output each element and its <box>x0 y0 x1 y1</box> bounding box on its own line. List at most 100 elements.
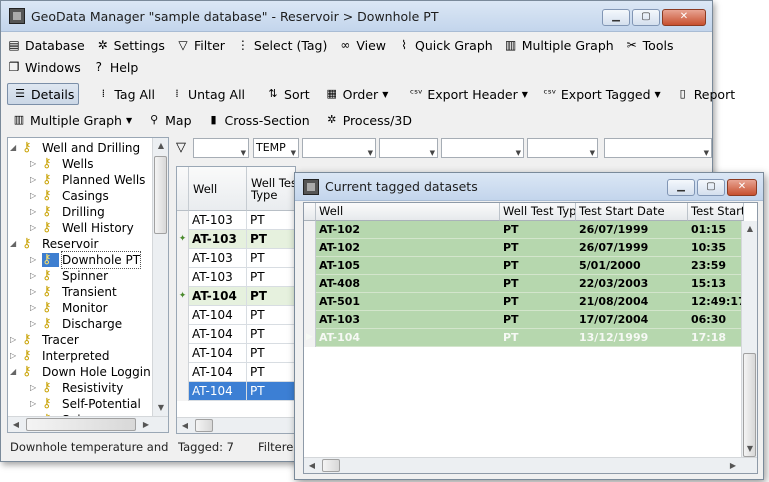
menu-filter[interactable]: ▽ Filter <box>176 34 225 56</box>
chevron-down-icon[interactable]: ▼ <box>704 144 709 162</box>
row-header[interactable] <box>177 382 189 401</box>
dropdown-arrow-icon[interactable]: ▼ <box>382 90 388 99</box>
expand-icon[interactable]: ▷ <box>30 268 39 284</box>
tree-node[interactable]: ▷ ⚷ Self-Potential <box>30 396 141 412</box>
dialog-close-button[interactable]: ✕ <box>727 179 757 196</box>
tree-hscroll-thumb[interactable] <box>26 418 136 431</box>
dialog-maximize-button[interactable]: ▢ <box>697 179 725 196</box>
table-row[interactable]: AT-105 PT 5/01/2000 23:59 <box>304 257 744 275</box>
maximize-button[interactable]: ▢ <box>632 9 660 26</box>
scroll-left-icon[interactable]: ◀ <box>177 418 193 433</box>
expand-icon[interactable]: ▷ <box>30 172 39 188</box>
menu-help[interactable]: ? Help <box>92 56 139 78</box>
scroll-down-icon[interactable]: ▼ <box>742 441 757 457</box>
filter-dropdown-4[interactable]: ▼ <box>379 138 438 158</box>
filter-dropdown-1[interactable]: ▼ <box>193 138 249 158</box>
table-row[interactable]: AT-103 PT 17/07/2004 06:30 <box>304 311 744 329</box>
table-row[interactable]: AT-102 PT 26/07/1999 01:15 <box>304 221 744 239</box>
tree-node[interactable]: ▷ ⚷ Well History <box>30 220 134 236</box>
table-row[interactable]: AT-103 PT <box>177 211 295 230</box>
menu-settings[interactable]: ✲ Settings <box>96 34 165 56</box>
scroll-right-icon[interactable]: ▶ <box>725 458 741 473</box>
order-button[interactable]: ▦ Order ▼ <box>320 83 393 105</box>
table-row[interactable]: AT-408 PT 22/03/2003 15:13 <box>304 275 744 293</box>
dialog-minimize-button[interactable]: ▁ <box>667 179 695 196</box>
dropdown-arrow-icon[interactable]: ▼ <box>522 90 528 99</box>
grid-header-well[interactable]: Well <box>189 167 247 211</box>
main-title-bar[interactable]: GeoData Manager "sample database" - Rese… <box>1 1 712 32</box>
table-row[interactable]: AT-104 PT <box>177 306 295 325</box>
menu-database[interactable]: ▤ Database <box>7 34 84 56</box>
table-header-test-start-time[interactable]: Test Start <box>688 203 744 221</box>
scroll-left-icon[interactable]: ◀ <box>304 458 320 473</box>
dropdown-arrow-icon[interactable]: ▼ <box>126 116 132 125</box>
table-row[interactable]: AT-102 PT 26/07/1999 10:35 <box>304 239 744 257</box>
row-header[interactable] <box>177 344 189 363</box>
table-row[interactable]: AT-104 PT <box>177 382 295 401</box>
table-row[interactable]: AT-103 PT <box>177 268 295 287</box>
tree-node[interactable]: ▷ ⚷ Discharge <box>30 316 122 332</box>
table-horizontal-scrollbar[interactable]: ◀ ▶ <box>304 457 757 473</box>
table-hscroll-thumb[interactable] <box>322 459 340 472</box>
expand-icon[interactable]: ▷ <box>10 348 19 364</box>
export-header-button[interactable]: ᶜˢᵛ Export Header ▼ <box>404 83 532 105</box>
tree-node[interactable]: ◢ ⚷ Down Hole Loggin <box>10 364 151 380</box>
table-vertical-scrollbar[interactable]: ▲ ▼ <box>741 221 757 457</box>
tree-node[interactable]: ▷ ⚷ Downhole PT <box>30 251 142 269</box>
row-selector[interactable] <box>304 257 316 275</box>
expand-icon[interactable]: ▷ <box>30 156 39 172</box>
table-row[interactable]: AT-501 PT 21/08/2004 12:49:17 <box>304 293 744 311</box>
filter-dropdown-6[interactable]: ▼ <box>527 138 598 158</box>
scroll-down-icon[interactable]: ▼ <box>153 400 168 416</box>
expand-icon[interactable]: ▷ <box>30 316 39 332</box>
tree-node[interactable]: ▷⚷ Spinner <box>30 268 108 284</box>
row-header[interactable]: ✦ <box>177 230 189 249</box>
expand-icon[interactable]: ▷ <box>30 300 39 316</box>
grid-horizontal-scrollbar[interactable]: ◀ <box>177 417 295 433</box>
menu-multiple-graph[interactable]: ▥ Multiple Graph <box>504 34 614 56</box>
table-row[interactable]: ✦ AT-104 PT <box>177 287 295 306</box>
filter-dropdown-5[interactable]: ▼ <box>441 138 524 158</box>
sort-button[interactable]: ⇅ Sort <box>261 83 314 105</box>
dropdown-arrow-icon[interactable]: ▼ <box>655 90 661 99</box>
tree-node[interactable]: ▷ ⚷ Tracer <box>10 332 79 348</box>
scroll-up-icon[interactable]: ▲ <box>153 138 168 154</box>
collapse-icon[interactable]: ◢ <box>10 140 19 156</box>
tree-node[interactable]: ◢ ⚷ Well and Drilling <box>10 140 140 156</box>
tree-node[interactable]: ▷ ⚷ Casings <box>30 188 109 204</box>
row-selector[interactable] <box>304 293 316 311</box>
row-header[interactable] <box>177 306 189 325</box>
menu-view[interactable]: ∞ View <box>338 34 386 56</box>
expand-icon[interactable]: ▷ <box>30 380 39 396</box>
multiple-graph-button[interactable]: ▥ Multiple Graph ▼ <box>7 109 136 131</box>
category-tree[interactable]: ◢ ⚷ Well and Drilling ▷ ⚷ Wells ▷ ⚷ Planned Well… <box>7 137 169 433</box>
row-header[interactable] <box>177 249 189 268</box>
current-row-icon[interactable]: ▶ <box>304 329 316 347</box>
row-header[interactable] <box>177 268 189 287</box>
table-header-well[interactable]: Well <box>316 203 500 221</box>
scroll-right-icon[interactable]: ▶ <box>138 417 154 432</box>
collapse-icon[interactable]: ◢ <box>10 236 19 252</box>
untag-all-button[interactable]: ⁞ Untag All <box>165 83 249 105</box>
expand-icon[interactable]: ▷ <box>10 332 19 348</box>
grid-header-well-test-type[interactable]: Well Test Type <box>247 167 295 211</box>
filter-dropdown-3[interactable]: ▼ <box>302 138 376 158</box>
row-header[interactable] <box>177 211 189 230</box>
menu-windows[interactable]: ❐ Windows <box>7 56 81 78</box>
cross-section-button[interactable]: ▮ Cross-Section <box>202 109 314 131</box>
export-tagged-button[interactable]: ᶜˢᵛ Export Tagged ▼ <box>538 83 665 105</box>
dataset-grid[interactable]: Well Well Test Type AT-103PT✦AT-103PTAT-… <box>176 166 296 434</box>
tree-node[interactable]: ▷ ⚷ Drilling <box>30 204 105 220</box>
chevron-down-icon[interactable]: ▼ <box>430 144 435 162</box>
expand-icon[interactable]: ▷ <box>30 220 39 236</box>
chevron-down-icon[interactable]: ▼ <box>516 144 521 162</box>
chevron-down-icon[interactable]: ▼ <box>291 144 296 162</box>
tree-scroll-thumb[interactable] <box>154 156 167 234</box>
table-row[interactable]: AT-104 PT <box>177 344 295 363</box>
table-row[interactable]: ▶ AT-104 PT 13/12/1999 17:18 <box>304 329 744 347</box>
tag-all-button[interactable]: ⁞ Tag All <box>91 83 159 105</box>
expand-icon[interactable]: ▷ <box>30 396 39 412</box>
row-header[interactable]: ✦ <box>177 287 189 306</box>
row-header[interactable] <box>177 325 189 344</box>
table-row[interactable]: AT-103 PT <box>177 249 295 268</box>
